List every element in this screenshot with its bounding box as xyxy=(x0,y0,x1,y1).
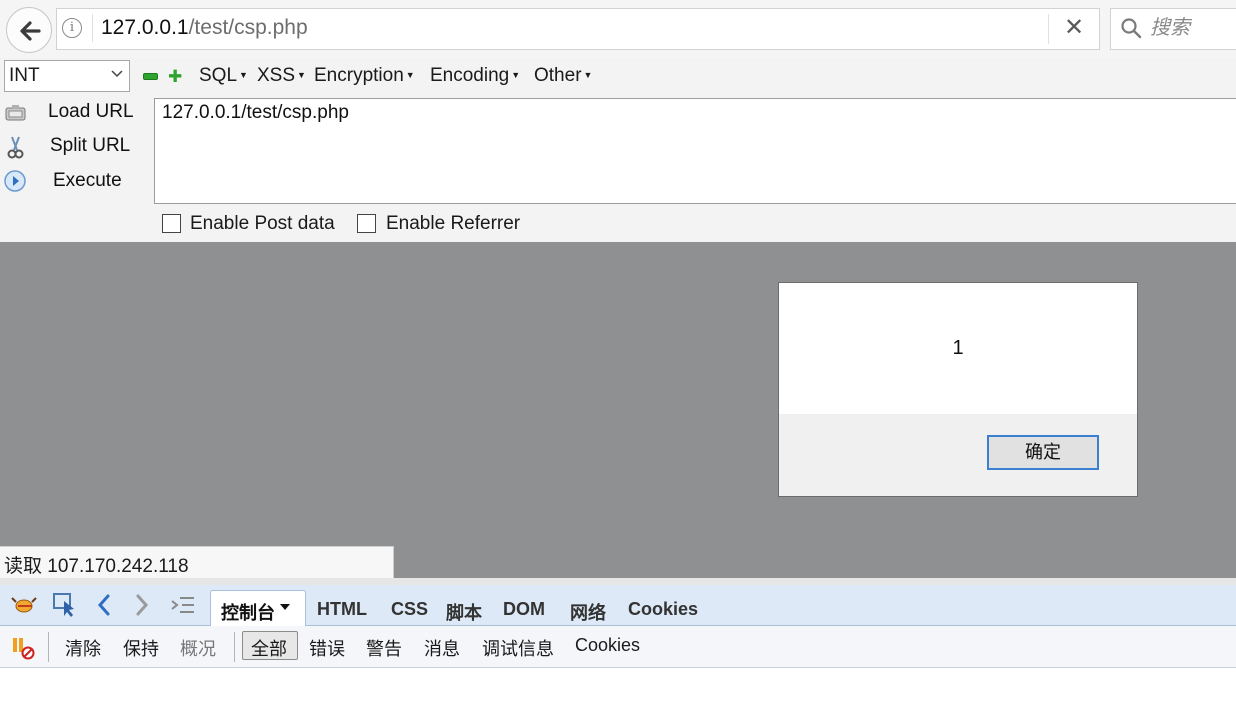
enable-referrer-label: Enable Referrer xyxy=(386,213,521,234)
url-path: /test/csp.php xyxy=(188,16,308,39)
back-button[interactable] xyxy=(6,7,52,53)
filter-all-label: 全部 xyxy=(251,639,287,659)
back-arrow-icon xyxy=(20,21,41,41)
alert-message: 1 xyxy=(952,337,964,359)
clear-url-icon[interactable]: ✕ xyxy=(1064,14,1084,42)
load-url-icon xyxy=(5,105,26,121)
status-text: 读取 107.170.242.118 xyxy=(4,556,189,577)
tab-console-label: 控制台 xyxy=(221,603,275,623)
execute-button[interactable]: Execute xyxy=(53,170,122,192)
split-url-button[interactable]: Split URL xyxy=(50,135,130,157)
enable-referrer-checkbox[interactable] xyxy=(357,214,376,233)
clear-button[interactable]: 清除 xyxy=(65,635,101,661)
break-on-error-icon[interactable] xyxy=(12,636,36,660)
devtools-splitter[interactable] xyxy=(0,578,1236,585)
scissors-icon xyxy=(7,136,24,159)
menu-xss[interactable]: XSS ▼ xyxy=(257,65,306,87)
filter-cookies-button[interactable]: Cookies xyxy=(575,635,640,656)
type-select-value: INT xyxy=(9,65,40,86)
persist-button[interactable]: 保持 xyxy=(123,635,159,661)
tab-css[interactable]: CSS xyxy=(391,599,428,620)
filter-errors-button[interactable]: 错误 xyxy=(309,635,345,661)
profile-button[interactable]: 概况 xyxy=(180,635,216,661)
filter-debug-button[interactable]: 调试信息 xyxy=(482,635,554,661)
menu-label: Encryption xyxy=(314,65,404,86)
url-textarea-value: 127.0.0.1/test/csp.php xyxy=(162,102,349,123)
menu-sql[interactable]: SQL ▼ xyxy=(199,65,248,87)
ok-button[interactable]: 确定 xyxy=(987,435,1099,470)
tab-script[interactable]: 脚本 xyxy=(446,599,482,625)
tab-cookies[interactable]: Cookies xyxy=(628,599,698,620)
chevron-down-icon xyxy=(111,70,123,78)
inspect-icon[interactable] xyxy=(52,592,78,618)
forward-icon[interactable] xyxy=(132,592,152,618)
divider xyxy=(1048,14,1049,44)
decrease-icon[interactable] xyxy=(143,73,158,80)
tab-dom[interactable]: DOM xyxy=(503,599,545,620)
divider xyxy=(92,14,93,42)
url-host: 127.0.0.1 xyxy=(101,16,189,39)
search-icon xyxy=(1121,18,1142,39)
divider xyxy=(48,632,49,662)
increase-icon[interactable]: ✚ xyxy=(168,68,182,85)
menu-other[interactable]: Other ▼ xyxy=(534,65,592,87)
tab-html[interactable]: HTML xyxy=(317,599,367,620)
divider xyxy=(234,632,235,662)
firebug-icon[interactable] xyxy=(10,592,38,616)
filter-info-button[interactable]: 消息 xyxy=(424,635,460,661)
menu-encoding[interactable]: Encoding ▼ xyxy=(430,65,520,87)
tab-net[interactable]: 网络 xyxy=(570,599,606,625)
command-line-icon[interactable] xyxy=(170,592,196,618)
menu-label: Other xyxy=(534,65,582,86)
enable-post-label: Enable Post data xyxy=(190,213,335,234)
chevron-down-icon[interactable] xyxy=(280,604,290,610)
menu-label: XSS xyxy=(257,65,296,86)
back-icon[interactable] xyxy=(94,592,114,618)
load-url-button[interactable]: Load URL xyxy=(48,101,134,123)
menu-label: SQL xyxy=(199,65,238,86)
search-input[interactable] xyxy=(1150,17,1236,40)
address-text[interactable]: 127.0.0.1/test/csp.php xyxy=(101,16,308,40)
info-icon[interactable]: i xyxy=(62,18,82,38)
menu-encryption[interactable]: Encryption ▼ xyxy=(314,65,415,87)
execute-icon xyxy=(4,170,26,192)
enable-post-checkbox[interactable] xyxy=(162,214,181,233)
filter-warnings-button[interactable]: 警告 xyxy=(366,635,402,661)
menu-label: Encoding xyxy=(430,65,510,86)
